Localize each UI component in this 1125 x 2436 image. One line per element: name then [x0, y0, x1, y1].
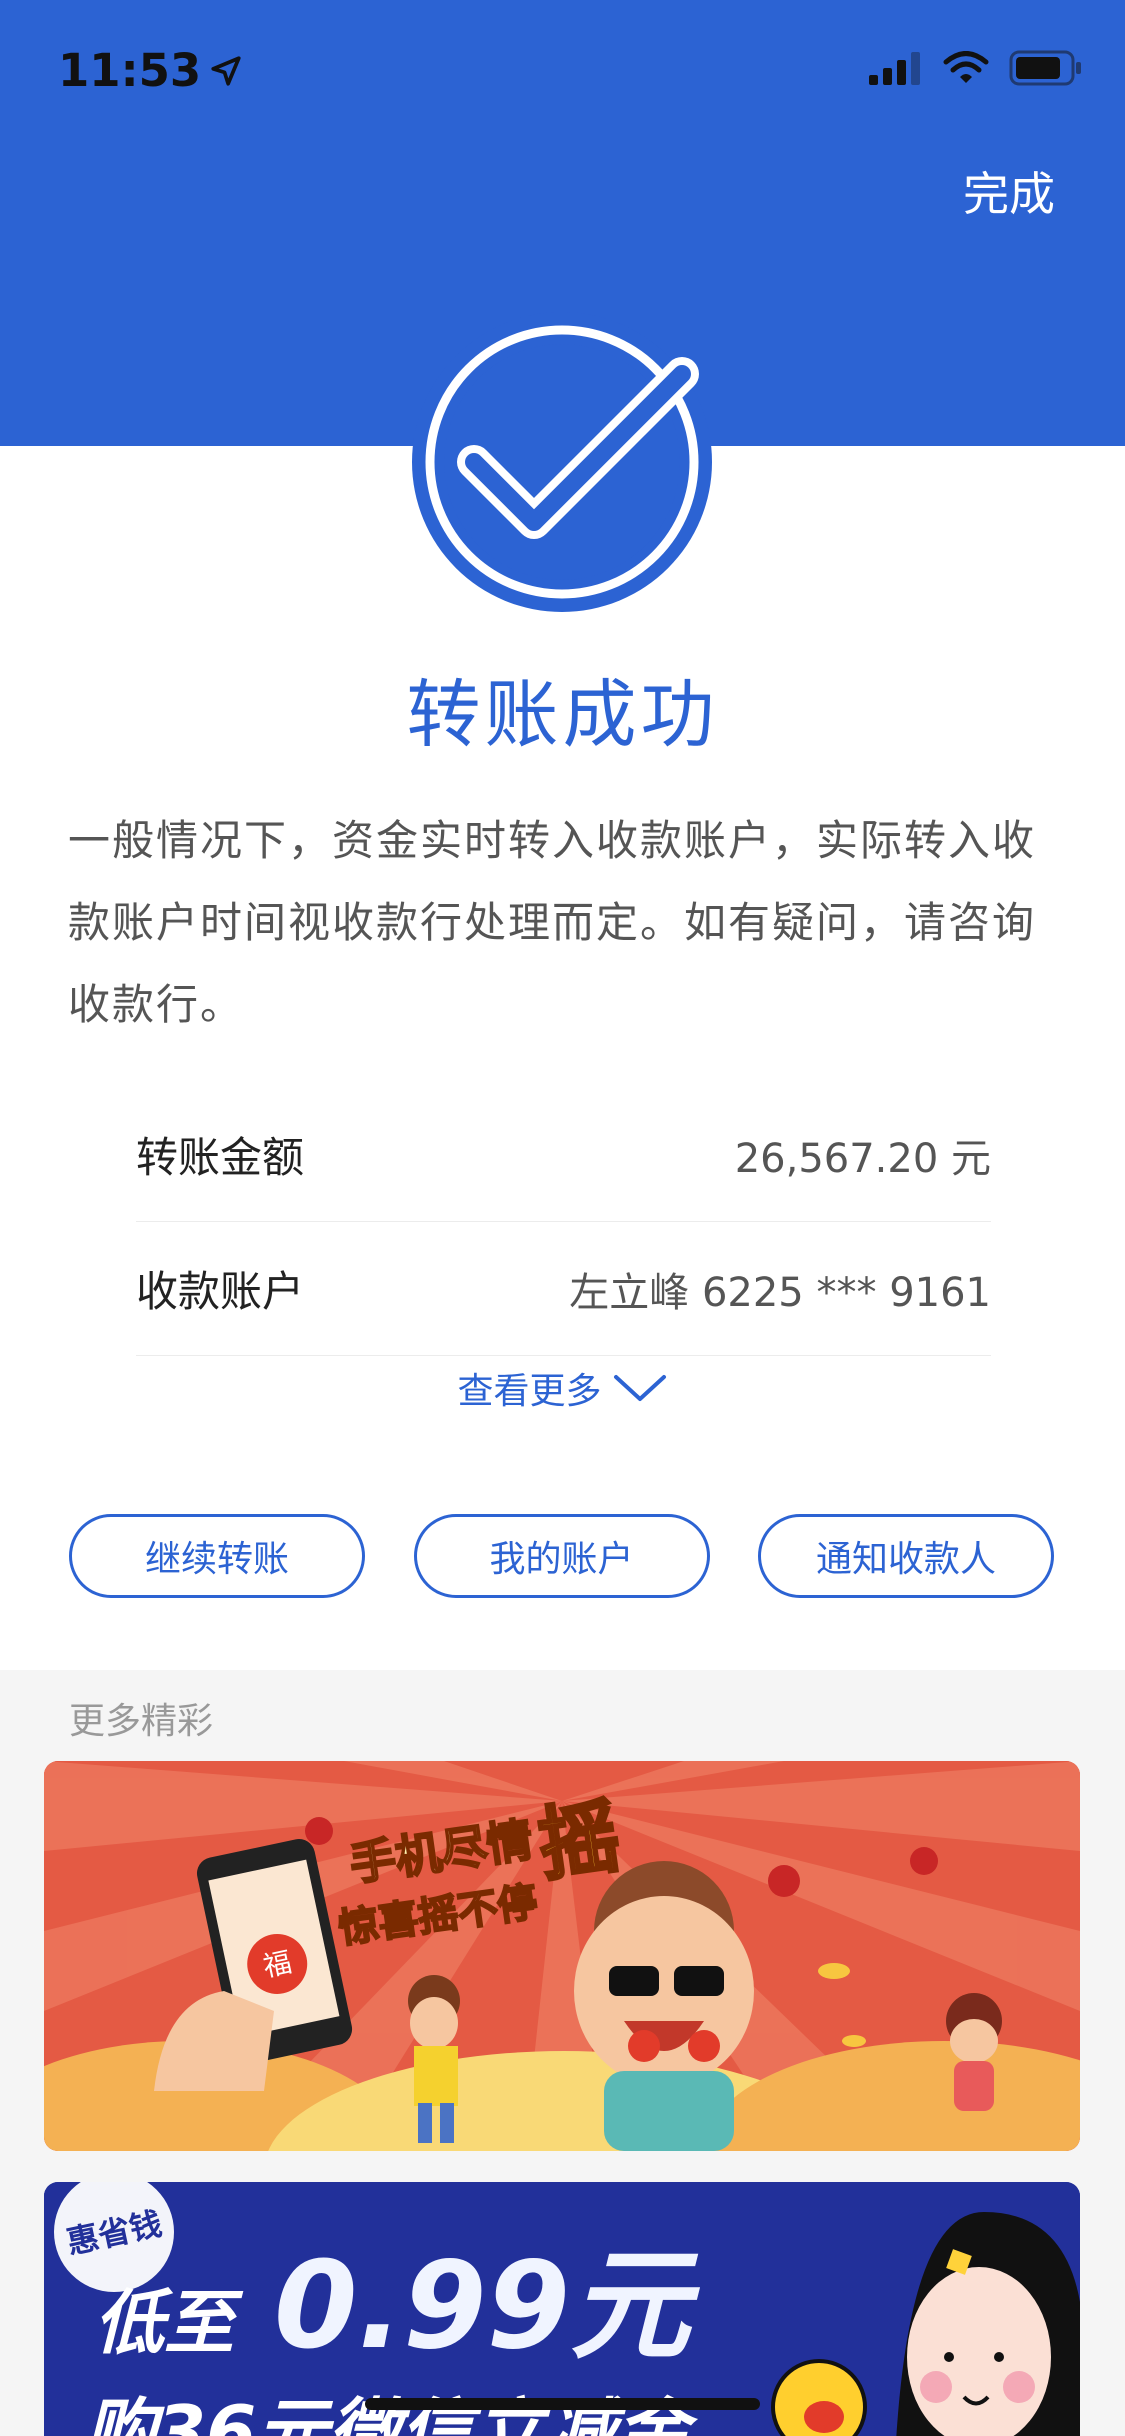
- done-button[interactable]: 完成: [963, 158, 1055, 224]
- result-title: 转账成功: [406, 672, 719, 758]
- shake-banner-art: 福 手机尽情 摇 惊喜摇不停: [44, 1761, 1080, 2151]
- headline-price: 0.99元: [274, 2237, 700, 2376]
- clock-text: 11:53: [58, 44, 202, 97]
- result-description: 一般情况下，资金实时转入收款账户，实际转入收款账户时间视收款行处理而定。如有疑问…: [68, 816, 1037, 1029]
- more-section: 更多精彩 福 手机尽情 摇 惊喜摇不停 惠省钱 低至 0.99元 购36元微信立…: [0, 1670, 1125, 2436]
- continue-transfer-button[interactable]: 继续转账: [69, 1514, 365, 1598]
- amount-value: 26,567.20 元: [734, 1135, 991, 1182]
- battery-icon: [1009, 50, 1081, 86]
- detail-row-amount: 转账金额 26,567.20 元: [136, 1088, 991, 1222]
- my-account-button[interactable]: 我的账户: [413, 1514, 710, 1598]
- notify-payee-button[interactable]: 通知收款人: [758, 1514, 1054, 1598]
- see-more-link[interactable]: 查看更多: [0, 1362, 1125, 1414]
- chevron-down-icon: [613, 1375, 666, 1401]
- status-icons: [869, 50, 1083, 86]
- more-section-label: 更多精彩: [69, 1701, 214, 1742]
- headline-prefix: 低至: [94, 2282, 244, 2364]
- action-buttons: 继续转账 我的账户 通知收款人: [69, 1514, 1054, 1598]
- promo-shake-char: 摇: [533, 1789, 625, 1892]
- headline-subline: 购36元微信立减金: [84, 2390, 698, 2436]
- amount-label: 转账金额: [136, 1133, 305, 1182]
- see-more-label: 查看更多: [457, 1371, 602, 1412]
- account-value: 左立峰 6225 *** 9161: [569, 1269, 991, 1316]
- location-arrow-icon: [211, 55, 241, 86]
- wifi-icon: [943, 51, 989, 83]
- shake-promo-banner[interactable]: 福 手机尽情 摇 惊喜摇不停: [44, 1761, 1080, 2151]
- account-label: 收款账户: [136, 1267, 305, 1316]
- success-check-icon: [412, 312, 712, 612]
- detail-row-account: 收款账户 左立峰 6225 *** 9161: [136, 1222, 991, 1356]
- home-indicator[interactable]: [365, 2398, 760, 2410]
- status-time: 11:53: [58, 44, 243, 97]
- cellular-signal-icon: [869, 52, 920, 85]
